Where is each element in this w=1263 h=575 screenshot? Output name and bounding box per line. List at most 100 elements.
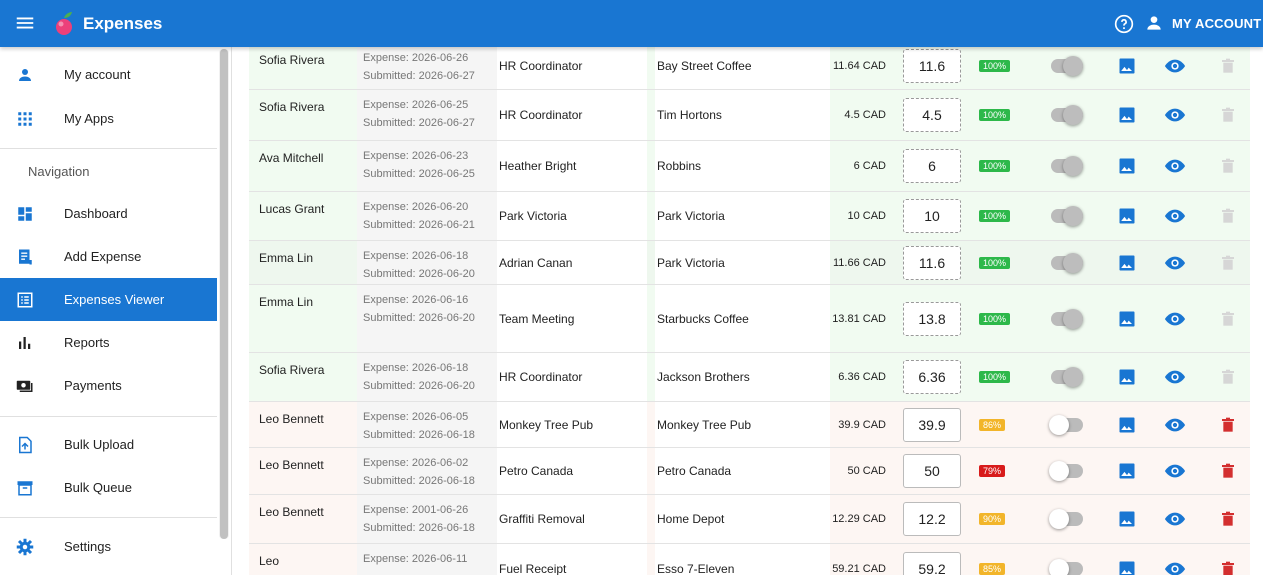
- approve-toggle[interactable]: [1051, 308, 1083, 329]
- eye-icon[interactable]: [1164, 252, 1186, 274]
- date-cell: Expense: 2026-06-25 Submitted: 2026-06-27: [357, 90, 497, 140]
- eye-icon[interactable]: [1164, 205, 1186, 227]
- sidebar-item-bulk-queue[interactable]: Bulk Queue: [0, 466, 217, 509]
- account-icon: [1147, 16, 1161, 30]
- date-cell: Expense: 2026-06-11: [357, 544, 497, 575]
- table-row[interactable]: Lucas Grant Expense: 2026-06-20 Submitted:…: [249, 192, 1250, 241]
- eye-icon[interactable]: [1164, 55, 1186, 77]
- eye-icon[interactable]: [1164, 104, 1186, 126]
- archive-icon: [17, 480, 33, 495]
- confidence-badge: 85%: [979, 562, 1006, 575]
- approve-toggle[interactable]: [1051, 105, 1083, 125]
- table-row[interactable]: Sofia Rivera Expense: 2026-06-18 Submitted…: [249, 353, 1250, 402]
- image-icon[interactable]: [1117, 105, 1137, 125]
- approved-amount-input[interactable]: 39.9: [903, 407, 961, 442]
- toggle-cell: [1049, 402, 1085, 447]
- approved-amount-input[interactable]: 6.36: [903, 360, 961, 394]
- delete-icon[interactable]: [1220, 254, 1236, 272]
- approve-toggle[interactable]: [1051, 56, 1083, 76]
- delete-icon[interactable]: [1220, 510, 1236, 528]
- approve-toggle[interactable]: [1051, 367, 1083, 387]
- image-icon[interactable]: [1117, 461, 1137, 481]
- eye-icon[interactable]: [1164, 366, 1186, 388]
- expense-date: Expense: 2026-06-11: [363, 553, 468, 565]
- app-logo: [56, 12, 72, 35]
- merchant: Home Depot: [655, 495, 830, 543]
- image-icon[interactable]: [1117, 253, 1137, 273]
- eye-icon[interactable]: [1164, 414, 1186, 436]
- image-icon[interactable]: [1117, 415, 1137, 435]
- image-icon[interactable]: [1117, 206, 1137, 226]
- delete-icon[interactable]: [1220, 57, 1236, 75]
- approved-amount-input[interactable]: 6: [903, 149, 961, 183]
- help-icon[interactable]: [1114, 14, 1134, 34]
- view-cell: [1164, 241, 1188, 284]
- approve-toggle[interactable]: [1051, 156, 1083, 176]
- amount-input-cell: 6: [903, 141, 961, 191]
- submitted-date: Submitted: 2026-06-21: [363, 219, 475, 231]
- sidebar-item-my-account[interactable]: My account: [0, 53, 217, 96]
- sidebar-item-dashboard[interactable]: Dashboard: [0, 192, 217, 235]
- delete-icon[interactable]: [1220, 106, 1236, 124]
- sidebar-item-expenses-viewer[interactable]: Expenses Viewer: [0, 278, 217, 321]
- table-row[interactable]: Emma Lin Expense: 2026-06-18 Submitted: 20…: [249, 241, 1250, 285]
- approved-amount-input[interactable]: 4.5: [903, 98, 961, 132]
- eye-icon[interactable]: [1164, 155, 1186, 177]
- approve-toggle[interactable]: [1049, 461, 1083, 481]
- approved-amount-input[interactable]: 13.8: [903, 301, 961, 336]
- delete-icon[interactable]: [1220, 416, 1236, 434]
- approved-amount-input[interactable]: 10: [903, 199, 961, 233]
- delete-icon[interactable]: [1220, 310, 1236, 328]
- approved-amount-input[interactable]: 11.6: [903, 49, 961, 83]
- sidebar-item-bulk-upload[interactable]: Bulk Upload: [0, 423, 217, 466]
- delete-icon[interactable]: [1220, 157, 1236, 175]
- table-row[interactable]: Sofia Rivera Expense: 2026-06-26 Submitted…: [249, 47, 1250, 90]
- table-row[interactable]: Leo Bennett Expense: 2026-06-05 Submitted:…: [249, 402, 1250, 448]
- eye-icon[interactable]: [1164, 558, 1186, 575]
- table-row[interactable]: Sofia Rivera Expense: 2026-06-25 Submitted…: [249, 90, 1250, 141]
- approve-toggle[interactable]: [1049, 509, 1083, 529]
- expense-date: Expense: 2026-06-20: [363, 201, 469, 213]
- approve-toggle[interactable]: [1051, 252, 1083, 273]
- sidebar-item-add-expense[interactable]: Add Expense: [0, 235, 217, 278]
- menu-icon[interactable]: [14, 12, 36, 34]
- my-account-button[interactable]: MY ACCOUNT: [1144, 13, 1261, 33]
- sidebar-scrollbar[interactable]: [219, 49, 229, 539]
- confidence-cell: 100%: [979, 353, 1015, 401]
- table-row[interactable]: Leo Bennett Expense: 2026-06-02 Submitted:…: [249, 448, 1250, 495]
- image-icon[interactable]: [1117, 367, 1137, 387]
- image-icon[interactable]: [1117, 56, 1137, 76]
- image-icon[interactable]: [1117, 156, 1137, 176]
- sidebar-item-reports[interactable]: Reports: [0, 321, 217, 364]
- approved-amount-input[interactable]: 11.6: [903, 245, 961, 280]
- approved-amount-input[interactable]: 50: [903, 454, 961, 488]
- table-row[interactable]: Leo Expense: 2026-06-11 Fuel Receipt Esso 7…: [249, 544, 1250, 575]
- delete-icon[interactable]: [1220, 560, 1236, 575]
- delete-icon[interactable]: [1220, 462, 1236, 480]
- amount-input-cell: 4.5: [903, 90, 961, 140]
- sidebar-item-settings[interactable]: Settings: [0, 525, 217, 568]
- eye-icon[interactable]: [1164, 308, 1186, 330]
- approve-toggle[interactable]: [1051, 206, 1083, 226]
- table-row[interactable]: Emma Lin Expense: 2026-06-16 Submitted: 20…: [249, 285, 1250, 353]
- image-cell: [1117, 544, 1137, 575]
- sidebar-item-my-apps[interactable]: My Apps: [0, 97, 217, 140]
- approve-toggle[interactable]: [1049, 414, 1083, 435]
- approved-amount-input[interactable]: 12.2: [903, 502, 961, 536]
- eye-icon[interactable]: [1164, 460, 1186, 482]
- employee-name: Leo Bennett: [259, 505, 324, 519]
- scrollbar-thumb[interactable]: [220, 49, 228, 539]
- approve-toggle[interactable]: [1049, 558, 1083, 575]
- image-icon[interactable]: [1117, 559, 1137, 575]
- image-icon[interactable]: [1117, 309, 1137, 329]
- table-row[interactable]: Ava Mitchell Expense: 2026-06-23 Submitted…: [249, 141, 1250, 192]
- approved-amount-input[interactable]: 59.2: [903, 551, 961, 575]
- sidebar-item-payments[interactable]: Payments: [0, 364, 217, 407]
- table-row[interactable]: Leo Bennett Expense: 2001-06-26 Submitted:…: [249, 495, 1250, 544]
- eye-icon[interactable]: [1164, 508, 1186, 530]
- delete-icon[interactable]: [1220, 207, 1236, 225]
- image-icon[interactable]: [1117, 509, 1137, 529]
- expense-date: Expense: 2026-06-25: [363, 99, 469, 111]
- delete-icon[interactable]: [1220, 368, 1236, 386]
- delete-cell: [1220, 241, 1236, 284]
